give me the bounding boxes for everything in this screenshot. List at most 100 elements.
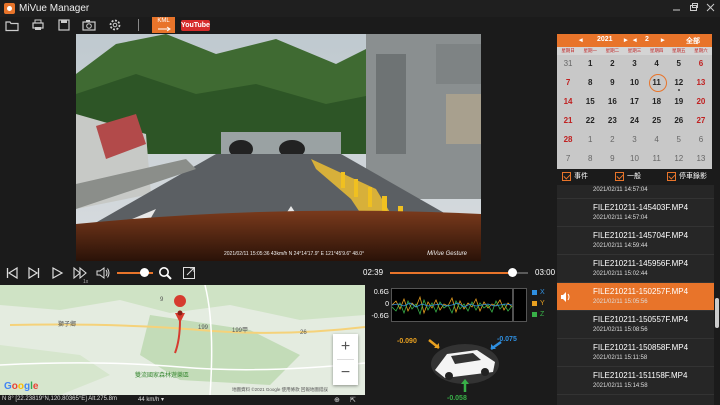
calendar-day[interactable]: 9 (601, 150, 623, 169)
file-item[interactable]: FILE210211-151158F.MP4 2021/02/11 15:14:5… (557, 367, 715, 395)
calendar-day-number: 4 (654, 135, 659, 144)
calendar-day[interactable]: 1 (579, 55, 601, 74)
filter-parking[interactable]: 停車錄影 (667, 171, 707, 181)
volume-slider-handle[interactable] (140, 268, 149, 277)
calendar-day[interactable]: 7 (557, 74, 579, 93)
prev-year-arrow-icon[interactable]: ◂ (579, 36, 583, 44)
calendar-day[interactable]: 6 (690, 55, 712, 74)
calendar-day[interactable]: 17 (623, 93, 645, 112)
print-icon[interactable] (30, 17, 46, 33)
gps-map[interactable]: 獅子鄉 雙流國家森林遊樂區 9 199 199甲 26 Google 地圖資料 … (0, 285, 365, 395)
g-sensor-panel: 0.6G 0 -0.6G X Y Z -0.090 -0.075 -0.058 (365, 285, 557, 405)
next-month-arrow-icon[interactable]: ▸ (661, 36, 665, 44)
calendar-day[interactable]: 10 (623, 74, 645, 93)
map-zoom-in-button[interactable]: + (333, 334, 358, 359)
fullscreen-icon[interactable] (182, 266, 196, 280)
g-axis-label-mid: 0 (385, 301, 389, 308)
settings-gear-icon[interactable] (107, 17, 123, 33)
calendar-day[interactable]: 31 (557, 55, 579, 74)
calendar-day[interactable]: 28 (557, 131, 579, 150)
filter-event[interactable]: 事件 (562, 171, 588, 181)
calendar-day[interactable]: 22 (579, 112, 601, 131)
calendar-day[interactable]: 5 (668, 55, 690, 74)
calendar-day-selected[interactable]: 11 (646, 74, 668, 93)
file-item[interactable]: FILE210211-145704F.MP4 2021/02/11 14:59:4… (557, 227, 715, 255)
globe-icon[interactable]: ⊕ (334, 396, 340, 404)
file-item-playing[interactable]: FILE210211-150257F.MP4 2021/02/11 15:05:5… (557, 283, 715, 311)
minimize-button[interactable] (671, 2, 682, 13)
file-item[interactable]: FILE210211-150858F.MP4 2021/02/11 15:11:5… (557, 339, 715, 367)
calendar-day[interactable]: 4 (646, 55, 668, 74)
calendar-day[interactable]: 15 (579, 93, 601, 112)
map-label-road-2: 199 (198, 325, 209, 331)
file-list-scroll-thumb[interactable] (715, 298, 719, 328)
calendar-day[interactable]: 1 (579, 131, 601, 150)
calendar-day-number: 25 (652, 116, 662, 125)
calendar-day[interactable]: 10 (623, 150, 645, 169)
youtube-upload-button[interactable]: YouTube (181, 20, 210, 31)
seek-bar[interactable] (390, 268, 528, 277)
calendar-day[interactable]: 5 (668, 131, 690, 150)
gps-status-bar: N 8° [22.23819°N,120.80365°E] Alt.275.8m… (0, 395, 365, 405)
calendar-day[interactable]: 19 (668, 93, 690, 112)
calendar-day[interactable]: 11 (646, 150, 668, 169)
calendar-day[interactable]: 24 (623, 112, 645, 131)
calendar-day[interactable]: 6 (690, 131, 712, 150)
calendar-month[interactable]: 2 (645, 36, 649, 43)
calendar-day[interactable]: 14 (557, 93, 579, 112)
file-list-scrollbar[interactable] (714, 185, 720, 405)
calendar-day[interactable]: 21 (557, 112, 579, 131)
calendar-day[interactable]: 12 (668, 150, 690, 169)
restore-button[interactable] (688, 2, 699, 13)
close-button[interactable] (705, 2, 716, 13)
map-zoom-out-button[interactable]: − (333, 360, 358, 385)
calendar-day[interactable]: 18 (646, 93, 668, 112)
zoom-icon[interactable] (158, 266, 172, 280)
video-player[interactable]: 2021/02/11 15:05:36 43km/h N 24°14'17.9"… (76, 34, 481, 261)
previous-file-icon[interactable] (5, 266, 19, 280)
expand-map-icon[interactable]: ⇱ (350, 396, 356, 404)
file-item[interactable]: 2021/02/11 14:57:04 (557, 185, 715, 199)
calendar-day[interactable]: 20 (690, 93, 712, 112)
snapshot-icon[interactable] (81, 17, 97, 33)
filter-normal[interactable]: 一般 (615, 171, 641, 181)
volume-icon[interactable] (96, 266, 110, 280)
filter-normal-checkbox[interactable] (615, 171, 624, 181)
calendar-day[interactable]: 3 (623, 55, 645, 74)
next-file-icon[interactable] (27, 266, 41, 280)
next-year-arrow-icon[interactable]: ▸ (624, 36, 628, 44)
file-item[interactable]: FILE210211-145956F.MP4 2021/02/11 15:02:4… (557, 255, 715, 283)
filter-parking-checkbox[interactable] (667, 171, 676, 181)
calendar-day-number: 20 (696, 97, 706, 106)
play-icon[interactable] (50, 266, 64, 280)
file-item[interactable]: FILE210211-150557F.MP4 2021/02/11 15:08:5… (557, 311, 715, 339)
filter-event-checkbox[interactable] (562, 171, 571, 181)
legend-y-swatch (532, 301, 537, 306)
open-folder-icon[interactable] (4, 17, 20, 33)
calendar-day[interactable]: 13 (690, 150, 712, 169)
calendar-day[interactable]: 25 (646, 112, 668, 131)
calendar-day[interactable]: 12 (668, 74, 690, 93)
calendar-day[interactable]: 2 (601, 131, 623, 150)
fast-forward-icon[interactable] (73, 266, 87, 280)
file-item[interactable]: FILE210211-145403F.MP4 2021/02/11 14:57:0… (557, 199, 715, 227)
prev-month-arrow-icon[interactable]: ◂ (633, 36, 637, 44)
calendar-day[interactable]: 2 (601, 55, 623, 74)
calendar-day[interactable]: 3 (623, 131, 645, 150)
calendar-year[interactable]: 2021 (597, 36, 613, 43)
kml-export-button[interactable]: KML (152, 17, 175, 33)
calendar-day[interactable]: 8 (579, 150, 601, 169)
calendar-day[interactable]: 9 (601, 74, 623, 93)
calendar-day[interactable]: 4 (646, 131, 668, 150)
calendar-filter-all[interactable]: 全部 (686, 36, 700, 46)
seek-bar-handle[interactable] (507, 268, 517, 277)
calendar-day[interactable]: 16 (601, 93, 623, 112)
calendar-day[interactable]: 8 (579, 74, 601, 93)
calendar-day[interactable]: 7 (557, 150, 579, 169)
calendar-day[interactable]: 27 (690, 112, 712, 131)
calendar-day[interactable]: 13 (690, 74, 712, 93)
save-icon[interactable] (56, 17, 72, 33)
calendar-day[interactable]: 23 (601, 112, 623, 131)
calendar-header: ◂ 2021 ▸ ◂ 2 ▸ 全部 (557, 34, 712, 47)
calendar-day[interactable]: 26 (668, 112, 690, 131)
